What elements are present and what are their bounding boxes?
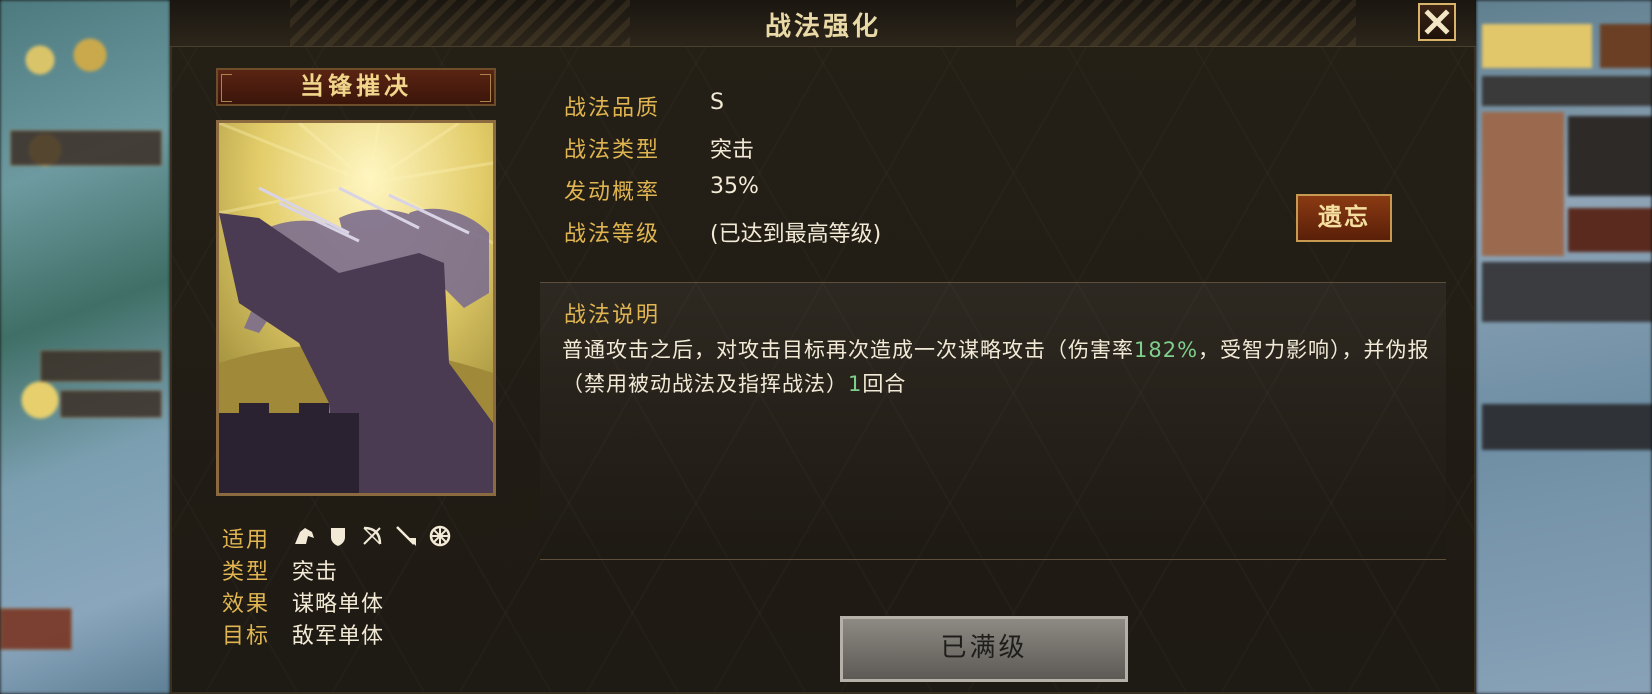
trigger-rate-value: 35%	[710, 174, 759, 199]
attr-target-value: 敌军单体	[292, 624, 385, 649]
title-bar: 战法强化	[170, 0, 1476, 47]
quality-value: S	[710, 90, 724, 115]
spear-icon	[394, 524, 418, 548]
skill-enhance-dialog: 战法强化 当锋摧决 适用 类型 突击 效果 谋略单体 目标 敌军单体 战法品质 …	[170, 0, 1476, 694]
description-part-3: 回合	[862, 372, 907, 396]
duration-highlight: 1	[848, 372, 863, 396]
description-title: 战法说明	[564, 303, 661, 328]
trigger-rate-label: 发动概率	[564, 180, 661, 205]
max-level-button[interactable]: 已满级	[840, 616, 1128, 682]
description-text: 普通攻击之后，对攻击目标再次造成一次谋略攻击（伤害率182%，受智力影响），并伪…	[562, 333, 1432, 401]
damage-rate-highlight: 182%	[1134, 338, 1199, 362]
skill-name-banner: 当锋摧决	[216, 68, 496, 106]
skill-level-value: (已达到最高等级)	[710, 222, 882, 247]
bow-icon	[360, 524, 384, 548]
shield-icon	[326, 524, 350, 548]
description-part-1: 普通攻击之后，对攻击目标再次造成一次谋略攻击（伤害率	[562, 338, 1134, 362]
dialog-title: 战法强化	[764, 12, 881, 42]
applicable-label: 适用	[222, 528, 271, 553]
game-map-background-left	[0, 0, 170, 694]
attr-type-label: 类型	[222, 560, 271, 585]
skill-type-value: 突击	[710, 138, 755, 163]
attr-effect-value: 谋略单体	[292, 592, 385, 617]
siege-icon	[428, 524, 452, 548]
game-map-background-right	[1476, 0, 1652, 694]
attr-type-value: 突击	[292, 560, 339, 585]
applicable-icons	[292, 524, 452, 548]
close-button[interactable]	[1418, 3, 1456, 41]
cavalry-icon	[292, 524, 316, 548]
cavalry-charge-illustration	[219, 123, 493, 493]
description-panel: 战法说明 普通攻击之后，对攻击目标再次造成一次谋略攻击（伤害率182%，受智力影…	[540, 282, 1446, 560]
forget-button[interactable]: 遗忘	[1296, 194, 1392, 242]
skill-type-label: 战法类型	[564, 138, 661, 163]
close-icon	[1424, 9, 1450, 35]
skill-level-label: 战法等级	[564, 222, 661, 247]
attr-effect-label: 效果	[222, 592, 271, 617]
attr-target-label: 目标	[222, 624, 271, 649]
skill-card-art	[216, 120, 496, 496]
quality-label: 战法品质	[564, 96, 661, 121]
